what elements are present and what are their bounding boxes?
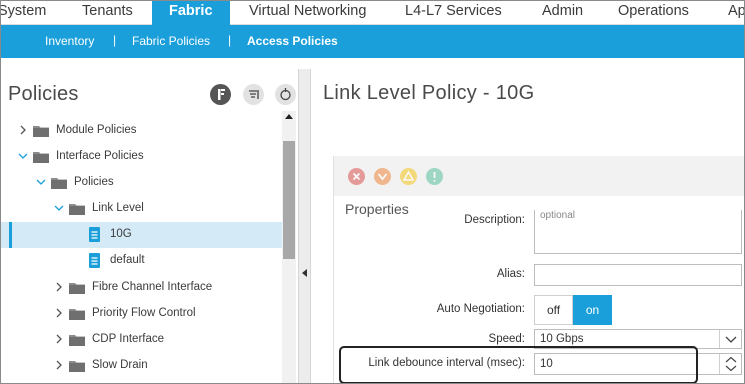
tree-item-interface-policies[interactable]: Interface Policies (1, 144, 282, 170)
page-title: Link Level Policy - 10G (323, 82, 535, 104)
folder-icon (69, 204, 85, 215)
policies-navigation-pane: Policies Module Policies Interface Polic… (1, 69, 299, 383)
chevron-right-icon[interactable] (54, 334, 64, 344)
tree-item-label: Policies (74, 176, 114, 188)
auto-negotiation-off-button[interactable]: off (534, 295, 573, 325)
tab-fabric[interactable]: Fabric (152, 1, 230, 26)
description-label: Description: (464, 214, 525, 226)
chevron-right-icon[interactable] (54, 360, 64, 370)
scroll-up-icon[interactable] (285, 114, 293, 119)
folder-icon (51, 178, 67, 189)
chevron-down-icon[interactable] (36, 177, 46, 187)
subnav-separator: | (228, 33, 232, 47)
pane-title: Policies (8, 83, 79, 105)
tab-virtual-networking[interactable]: Virtual Networking (249, 3, 366, 19)
app-window: System Tenants Fabric Virtual Networking… (0, 0, 745, 384)
scrollbar-thumb[interactable] (283, 141, 295, 259)
folder-icon (69, 309, 85, 320)
chevron-down-icon[interactable] (719, 330, 741, 348)
info-icon[interactable] (210, 84, 231, 105)
tree-item-label: Link Level (92, 202, 144, 214)
tree-item-fibre-channel-interface[interactable]: Fibre Channel Interface (1, 275, 282, 301)
sub-nav-bar: Inventory | Fabric Policies | Access Pol… (1, 25, 744, 58)
speed-label: Speed: (488, 333, 525, 345)
warning-fault-icon[interactable] (426, 168, 443, 185)
tree-item-label: Module Policies (56, 124, 137, 136)
chevron-right-icon[interactable] (54, 308, 64, 318)
auto-negotiation-label: Auto Negotiation: (436, 303, 525, 315)
tree-item-label: 10G (110, 228, 132, 240)
top-nav-bar: System Tenants Fabric Virtual Networking… (1, 1, 744, 26)
tree-item-slow-drain[interactable]: Slow Drain (1, 353, 282, 379)
tab-operations[interactable]: Operations (618, 3, 689, 19)
refresh-icon[interactable] (275, 84, 296, 105)
subnav-access-policies[interactable]: Access Policies (247, 34, 338, 48)
policy-tree: Module Policies Interface Policies Polic… (1, 111, 282, 383)
tree-item-label: default (110, 254, 145, 266)
tab-system[interactable]: System (1, 3, 46, 19)
folder-icon (33, 152, 49, 163)
tree-item-cdp-interface[interactable]: CDP Interface (1, 327, 282, 353)
tree-item-10g[interactable]: 10G (1, 222, 282, 248)
folder-icon (33, 126, 49, 137)
description-field[interactable]: optional (534, 210, 742, 254)
auto-negotiation-on-button[interactable]: on (573, 295, 612, 325)
policy-document-icon (89, 253, 100, 268)
properties-heading: Properties (345, 201, 409, 217)
tree-item-label: Fibre Channel Interface (92, 281, 213, 293)
minor-fault-icon[interactable] (400, 168, 417, 185)
tab-l4-l7-services[interactable]: L4-L7 Services (405, 3, 502, 19)
speed-value: 10 Gbps (540, 333, 584, 345)
policy-detail-pane: Link Level Policy - 10G Properties Descr… (312, 58, 744, 383)
filter-icon[interactable] (243, 84, 264, 105)
tab-admin[interactable]: Admin (542, 3, 583, 19)
collapse-left-icon[interactable] (302, 269, 307, 277)
alias-label: Alias: (496, 268, 525, 280)
tree-item-policies[interactable]: Policies (1, 170, 282, 196)
tree-item-label: CDP Interface (92, 333, 165, 345)
chevron-right-icon[interactable] (54, 282, 64, 292)
tree-item-label: Priority Flow Control (92, 307, 196, 319)
subnav-fabric-policies[interactable]: Fabric Policies (132, 34, 210, 48)
spinner-icon[interactable] (719, 354, 741, 374)
chevron-right-icon[interactable] (18, 125, 28, 135)
tree-item-module-policies[interactable]: Module Policies (1, 118, 282, 144)
tree-item-link-level[interactable]: Link Level (1, 196, 282, 222)
tree-item-label: Slow Drain (92, 359, 148, 371)
tab-tenants[interactable]: Tenants (82, 3, 133, 19)
folder-icon (69, 335, 85, 346)
fault-summary-bar (334, 156, 744, 196)
folder-icon (69, 361, 85, 372)
pane-splitter[interactable] (299, 69, 311, 383)
alias-field[interactable] (534, 264, 742, 286)
tree-item-default[interactable]: default (1, 248, 282, 274)
subnav-inventory[interactable]: Inventory (45, 34, 94, 48)
tree-item-priority-flow-control[interactable]: Priority Flow Control (1, 301, 282, 327)
major-fault-icon[interactable] (374, 168, 391, 185)
policy-document-icon (89, 227, 100, 242)
tree-scrollbar[interactable] (282, 111, 296, 383)
description-placeholder: optional (540, 210, 576, 221)
tab-apps[interactable]: Ap (728, 3, 744, 19)
auto-negotiation-toggle: off on (534, 295, 612, 325)
subnav-separator: | (113, 33, 117, 47)
chevron-down-icon[interactable] (18, 151, 28, 161)
chevron-down-icon[interactable] (54, 203, 64, 213)
folder-icon (69, 283, 85, 294)
callout-highlight-box (339, 346, 698, 383)
tree-item-label: Interface Policies (56, 150, 144, 162)
critical-fault-icon[interactable] (348, 168, 365, 185)
